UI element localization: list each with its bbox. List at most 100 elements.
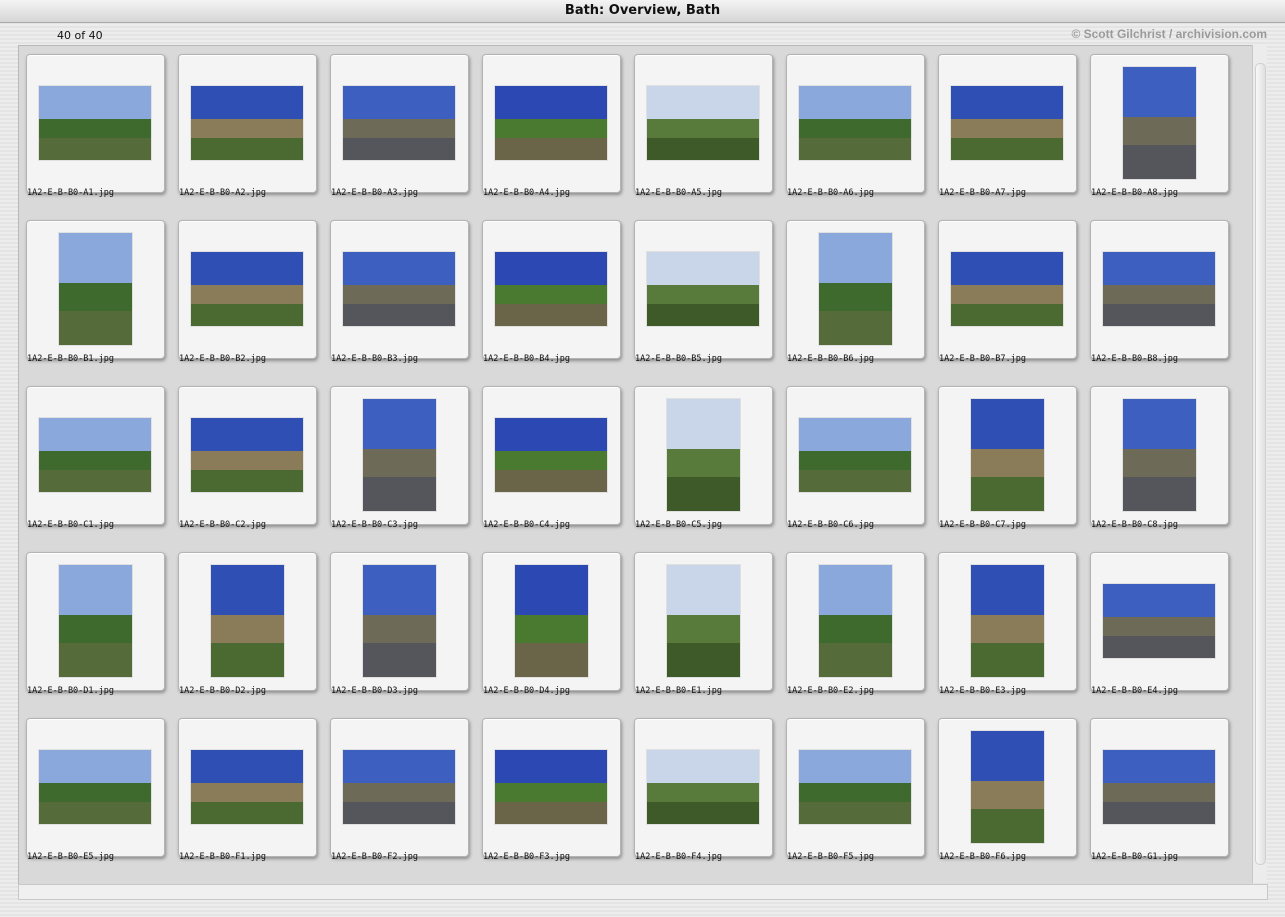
thumbnail-item[interactable]: 1A2-E-B-B0-D1.jpg	[19, 544, 171, 702]
slide-frame[interactable]	[634, 386, 773, 525]
thumbnail-item[interactable]: 1A2-E-B-B0-F6.jpg	[931, 710, 1083, 868]
thumbnail-item[interactable]: 1A2-E-B-B0-B1.jpg	[19, 212, 171, 370]
photo-thumbnail[interactable]	[647, 750, 759, 824]
slide-frame[interactable]	[482, 54, 621, 193]
photo-thumbnail[interactable]	[495, 750, 607, 824]
slide-frame[interactable]	[938, 220, 1077, 359]
thumbnail-item[interactable]: 1A2-E-B-B0-B7.jpg	[931, 212, 1083, 370]
thumbnail-item[interactable]: 1A2-E-B-B0-E3.jpg	[931, 544, 1083, 702]
slide-frame[interactable]	[634, 552, 773, 691]
thumbnail-item[interactable]: 1A2-E-B-B0-D2.jpg	[171, 544, 323, 702]
photo-thumbnail[interactable]	[495, 418, 607, 492]
photo-thumbnail[interactable]	[363, 399, 436, 511]
slide-frame[interactable]	[482, 220, 621, 359]
slide-frame[interactable]	[178, 552, 317, 691]
photo-thumbnail[interactable]	[1103, 252, 1215, 326]
slide-frame[interactable]	[634, 718, 773, 857]
photo-thumbnail[interactable]	[971, 399, 1044, 511]
thumbnail-item[interactable]: 1A2-E-B-B0-B4.jpg	[475, 212, 627, 370]
thumbnail-item[interactable]: 1A2-E-B-B0-C8.jpg	[1083, 378, 1235, 536]
thumbnail-item[interactable]: 1A2-E-B-B0-D4.jpg	[475, 544, 627, 702]
scrollbar-thumb[interactable]	[1255, 63, 1266, 865]
slide-frame[interactable]	[938, 386, 1077, 525]
photo-thumbnail[interactable]	[191, 750, 303, 824]
slide-frame[interactable]	[786, 718, 925, 857]
slide-frame[interactable]	[938, 552, 1077, 691]
slide-frame[interactable]	[26, 718, 165, 857]
photo-thumbnail[interactable]	[951, 252, 1063, 326]
photo-thumbnail[interactable]	[343, 86, 455, 160]
slide-frame[interactable]	[330, 718, 469, 857]
slide-frame[interactable]	[178, 386, 317, 525]
thumbnail-item[interactable]: 1A2-E-B-B0-C3.jpg	[323, 378, 475, 536]
photo-thumbnail[interactable]	[39, 418, 151, 492]
slide-frame[interactable]	[178, 54, 317, 193]
thumbnail-item[interactable]: 1A2-E-B-B0-E2.jpg	[779, 544, 931, 702]
slide-frame[interactable]	[330, 552, 469, 691]
photo-thumbnail[interactable]	[191, 252, 303, 326]
thumbnail-item[interactable]: 1A2-E-B-B0-C5.jpg	[627, 378, 779, 536]
photo-thumbnail[interactable]	[647, 86, 759, 160]
vertical-scrollbar[interactable]	[1252, 45, 1267, 883]
photo-thumbnail[interactable]	[951, 86, 1063, 160]
slide-frame[interactable]	[330, 54, 469, 193]
photo-thumbnail[interactable]	[667, 565, 740, 677]
thumbnail-item[interactable]: 1A2-E-B-B0-B3.jpg	[323, 212, 475, 370]
thumbnail-item[interactable]: 1A2-E-B-B0-C7.jpg	[931, 378, 1083, 536]
thumbnail-item[interactable]: 1A2-E-B-B0-A8.jpg	[1083, 46, 1235, 204]
thumbnail-item[interactable]: 1A2-E-B-B0-A6.jpg	[779, 46, 931, 204]
photo-thumbnail[interactable]	[667, 399, 740, 511]
thumbnail-item[interactable]: 1A2-E-B-B0-F2.jpg	[323, 710, 475, 868]
thumbnail-item[interactable]: 1A2-E-B-B0-G1.jpg	[1083, 710, 1235, 868]
thumbnail-item[interactable]: 1A2-E-B-B0-A1.jpg	[19, 46, 171, 204]
slide-frame[interactable]	[26, 54, 165, 193]
slide-frame[interactable]	[482, 386, 621, 525]
photo-thumbnail[interactable]	[799, 418, 911, 492]
slide-frame[interactable]	[634, 220, 773, 359]
slide-frame[interactable]	[482, 718, 621, 857]
thumbnail-item[interactable]: 1A2-E-B-B0-B5.jpg	[627, 212, 779, 370]
thumbnail-item[interactable]: 1A2-E-B-B0-E5.jpg	[19, 710, 171, 868]
photo-thumbnail[interactable]	[343, 252, 455, 326]
photo-thumbnail[interactable]	[515, 565, 588, 677]
thumbnail-item[interactable]: 1A2-E-B-B0-B2.jpg	[171, 212, 323, 370]
thumbnail-item[interactable]: 1A2-E-B-B0-F1.jpg	[171, 710, 323, 868]
photo-thumbnail[interactable]	[799, 86, 911, 160]
slide-frame[interactable]	[786, 220, 925, 359]
photo-thumbnail[interactable]	[343, 750, 455, 824]
slide-frame[interactable]	[786, 386, 925, 525]
thumbnail-item[interactable]: 1A2-E-B-B0-E1.jpg	[627, 544, 779, 702]
photo-thumbnail[interactable]	[971, 731, 1044, 843]
slide-frame[interactable]	[1090, 718, 1229, 857]
thumbnail-item[interactable]: 1A2-E-B-B0-A5.jpg	[627, 46, 779, 204]
thumbnail-item[interactable]: 1A2-E-B-B0-C6.jpg	[779, 378, 931, 536]
thumbnail-item[interactable]: 1A2-E-B-B0-F4.jpg	[627, 710, 779, 868]
slide-frame[interactable]	[938, 718, 1077, 857]
slide-frame[interactable]	[330, 386, 469, 525]
thumbnail-item[interactable]: 1A2-E-B-B0-A4.jpg	[475, 46, 627, 204]
photo-thumbnail[interactable]	[799, 750, 911, 824]
slide-frame[interactable]	[26, 220, 165, 359]
slide-frame[interactable]	[786, 552, 925, 691]
slide-frame[interactable]	[178, 718, 317, 857]
thumbnail-item[interactable]: 1A2-E-B-B0-A3.jpg	[323, 46, 475, 204]
photo-thumbnail[interactable]	[1103, 750, 1215, 824]
thumbnail-item[interactable]: 1A2-E-B-B0-D3.jpg	[323, 544, 475, 702]
slide-frame[interactable]	[1090, 220, 1229, 359]
slide-frame[interactable]	[26, 386, 165, 525]
slide-frame[interactable]	[330, 220, 469, 359]
photo-thumbnail[interactable]	[971, 565, 1044, 677]
photo-thumbnail[interactable]	[211, 565, 284, 677]
slide-frame[interactable]	[1090, 54, 1229, 193]
photo-thumbnail[interactable]	[39, 86, 151, 160]
slide-frame[interactable]	[1090, 552, 1229, 691]
photo-thumbnail[interactable]	[819, 565, 892, 677]
photo-thumbnail[interactable]	[647, 252, 759, 326]
photo-thumbnail[interactable]	[1103, 584, 1215, 658]
thumbnail-item[interactable]: 1A2-E-B-B0-F5.jpg	[779, 710, 931, 868]
photo-thumbnail[interactable]	[1123, 67, 1196, 179]
thumbnail-item[interactable]: 1A2-E-B-B0-E4.jpg	[1083, 544, 1235, 702]
thumbnail-item[interactable]: 1A2-E-B-B0-B8.jpg	[1083, 212, 1235, 370]
thumbnail-item[interactable]: 1A2-E-B-B0-A7.jpg	[931, 46, 1083, 204]
slide-frame[interactable]	[178, 220, 317, 359]
